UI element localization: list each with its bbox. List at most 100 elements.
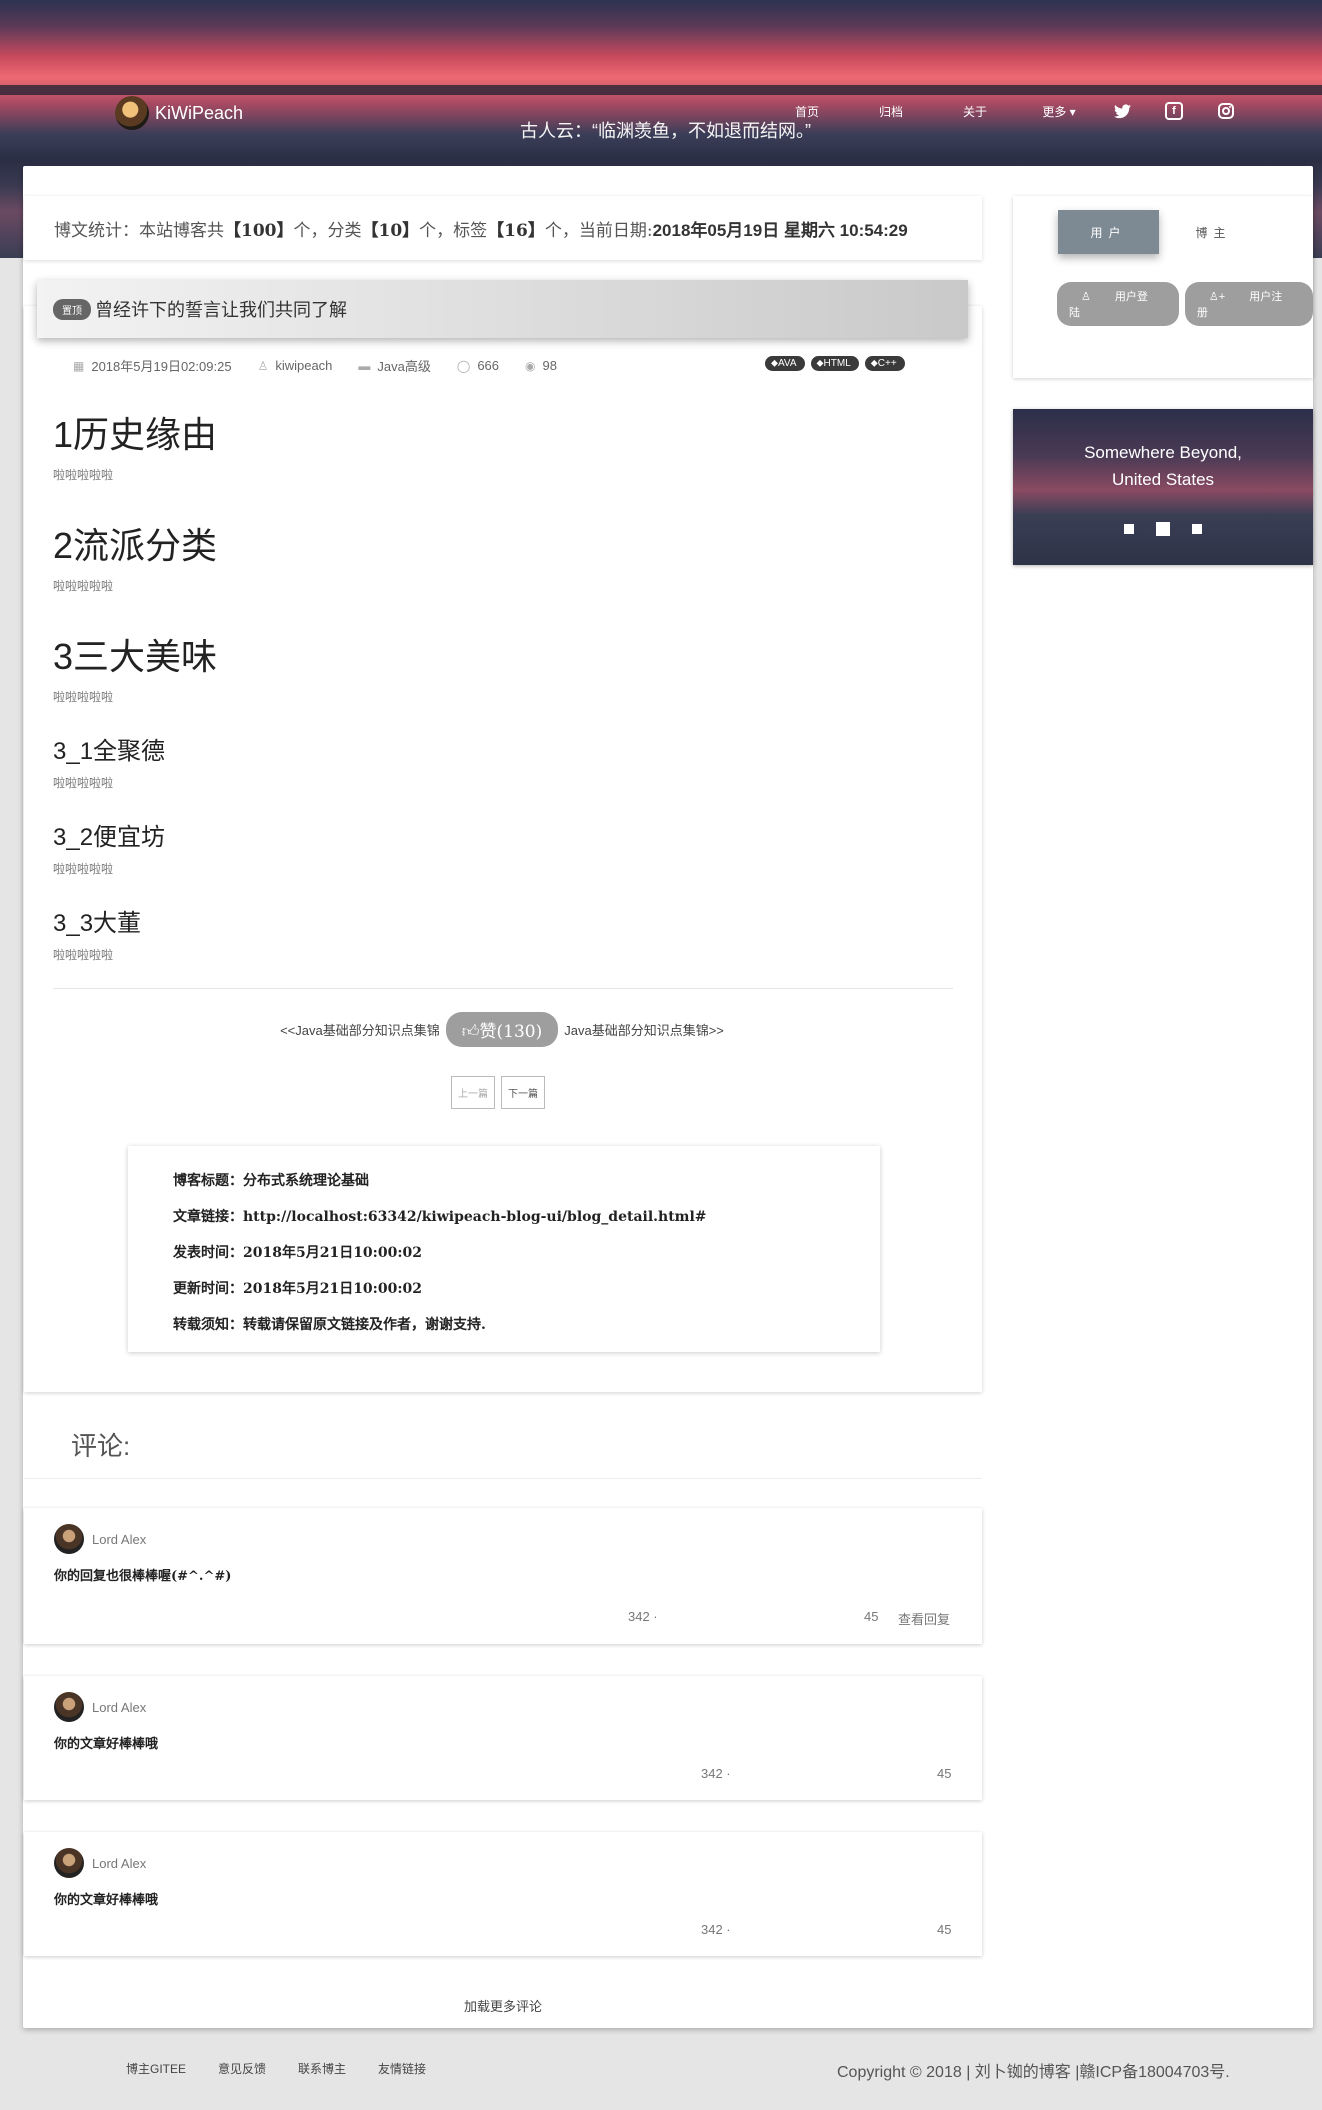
brand[interactable]: KiWiPeach [115, 96, 243, 130]
comment-text: 你的回复也很棒棒喔(#^.^#) [54, 1569, 232, 1584]
info-value: 2018年5月21日10:00:02 [243, 1281, 422, 1297]
section: 1历史缘由 啦啦啦啦啦 [53, 406, 953, 483]
section-heading: 2流派分类 [53, 525, 218, 566]
prev-article-link[interactable]: <<Java基础部分知识点集锦 [280, 1020, 440, 1039]
main-container: 博文统计：本站博客共 【100】 个，分类 【10】 个，标签 【16】 个，当… [23, 166, 1313, 2028]
stats-tag-count: 【16】 [487, 220, 545, 241]
comment-likes[interactable]: 342 · [701, 1766, 731, 1781]
section: 3_3大董 啦啦啦啦啦 [53, 903, 953, 963]
info-row: 转载须知：转载请保留原文链接及作者，谢谢支持. [173, 1314, 880, 1350]
comment-replies-count[interactable]: 45 [937, 1922, 951, 1937]
info-value: 2018年5月21日10:00:02 [243, 1245, 422, 1261]
info-link[interactable]: http://localhost:63342/kiwipeach-blog-ui… [243, 1209, 707, 1225]
info-row: 更新时间：2018年5月21日10:00:02 [173, 1278, 880, 1314]
footer-link-friends[interactable]: 友情链接 [378, 2060, 426, 2077]
stats-blog-count: 【100】 [224, 220, 294, 241]
footer: 博主GITEE 意见反馈 联系博主 友情链接 Copyright © 2018 … [0, 2054, 1322, 2084]
twitter-icon[interactable] [1113, 102, 1131, 120]
footer-link-contact[interactable]: 联系博主 [298, 2060, 346, 2077]
meta-views-text: 98 [542, 358, 557, 373]
comment-user: Lord Alex [92, 1531, 147, 1547]
stats-mid-3: 个，当前日期: [544, 220, 653, 241]
tag-label: AVA [778, 358, 797, 369]
avatar [54, 1524, 84, 1554]
comment-user: Lord Alex [92, 1855, 147, 1871]
section-heading: 3_3大董 [53, 910, 142, 937]
load-more-comments[interactable]: 加载更多评论 [23, 1996, 983, 2015]
article-content: 1历史缘由 啦啦啦啦啦 2流派分类 啦啦啦啦啦 3三大美味 啦啦啦啦啦 3_1全… [53, 406, 953, 963]
tag-cpp[interactable]: ⬥C++ [864, 356, 905, 371]
carousel-caption: Somewhere Beyond, United States [1013, 439, 1313, 493]
like-button[interactable]: 👍︎赞(130) [445, 1012, 559, 1047]
section-text: 啦啦啦啦啦 [53, 579, 114, 593]
section-text: 啦啦啦啦啦 [53, 948, 114, 962]
section-heading: 3_2便宜坊 [53, 824, 166, 851]
info-label: 转载须知： [173, 1317, 243, 1333]
section-heading: 3三大美味 [53, 636, 218, 677]
register-button[interactable]: ♙+ 用户注册 [1184, 282, 1313, 326]
tab-blogger[interactable]: 博主 [1163, 210, 1264, 254]
meta-views: ◉ 98 [525, 358, 557, 373]
comment-author[interactable]: Lord Alex [54, 1692, 146, 1722]
article-title: 曾经许下的誓言让我们共同了解 [95, 300, 347, 320]
instagram-icon[interactable] [1217, 102, 1235, 120]
top-nav: 首页 归档 关于 更多 ▾ f [765, 102, 1235, 120]
pager: 上一篇 下一篇 [451, 1076, 545, 1109]
meta-author[interactable]: ♙ kiwipeach [258, 358, 333, 373]
view-replies-link[interactable]: 查看回复 [898, 1609, 950, 1628]
prev-page-button[interactable]: 上一篇 [451, 1076, 495, 1109]
comment-text: 你的文章好棒棒哦 [54, 1737, 159, 1752]
carousel-dot-active[interactable] [1156, 522, 1170, 536]
comment-item: Lord Alex 你的回复也很棒棒喔(#^.^#) 342 · 45 查看回复 [24, 1508, 982, 1644]
nav-about[interactable]: 关于 [933, 103, 1017, 120]
comment-likes[interactable]: 342 · [701, 1922, 731, 1937]
carousel-dot[interactable] [1192, 524, 1202, 534]
comment-likes[interactable]: 342 · [628, 1609, 658, 1624]
carousel-dot[interactable] [1124, 524, 1134, 534]
facebook-icon[interactable]: f [1165, 102, 1183, 120]
footer-link-gitee[interactable]: 博主GITEE [126, 2060, 186, 2077]
login-button[interactable]: ♙ 用户登陆 [1057, 282, 1179, 326]
stats-category-count: 【10】 [361, 220, 420, 241]
tab-user[interactable]: 用户 [1058, 210, 1159, 254]
tag-icon: ⬥ [816, 358, 824, 369]
comment-item: Lord Alex 你的文章好棒棒哦 342 · 45 [24, 1832, 982, 1956]
tag-label: C++ [877, 358, 897, 369]
carousel-caption-line-2: United States [1111, 470, 1215, 489]
tag-java[interactable]: ⬥AVA [765, 356, 805, 371]
stats-current-date: 2018年05月19日 星期六 10:54:29 [652, 220, 908, 240]
user-icon: ♙ [257, 358, 269, 373]
comment-author[interactable]: Lord Alex [54, 1524, 146, 1554]
next-page-button[interactable]: 下一篇 [501, 1076, 545, 1109]
comment-replies-count[interactable]: 45 [864, 1609, 878, 1624]
meta-category[interactable]: ▬ Java高级 [358, 356, 430, 375]
like-label: 赞(130) [479, 1022, 543, 1042]
meta-comments: ◯ 666 [457, 358, 499, 373]
thumbs-up-icon: 👍︎ [461, 1022, 480, 1042]
article-tags: ⬥AVA ⬥HTML ⬥C++ [765, 356, 905, 371]
article-title-bar[interactable]: 置顶 曾经许下的誓言让我们共同了解 [37, 280, 968, 338]
nav-archive[interactable]: 归档 [849, 103, 933, 120]
section-text: 啦啦啦啦啦 [53, 690, 114, 704]
meta-author-text: kiwipeach [275, 358, 333, 373]
banner-horizon [0, 85, 1322, 95]
comment-replies-count[interactable]: 45 [937, 1766, 951, 1781]
next-article-link[interactable]: Java基础部分知识点集锦>> [564, 1020, 724, 1039]
section-text: 啦啦啦啦啦 [53, 468, 114, 482]
brand-name: KiWiPeach [155, 102, 244, 123]
nav-more-dropdown[interactable]: 更多 ▾ [1017, 103, 1101, 120]
meta-date: ▦ 2018年5月19日02:09:25 [73, 356, 232, 375]
nav-home[interactable]: 首页 [765, 103, 849, 120]
meta-comments-text: 666 [477, 358, 500, 373]
info-label: 更新时间： [173, 1281, 243, 1297]
folder-icon: ▬ [358, 358, 371, 373]
tag-html[interactable]: ⬥HTML [810, 356, 859, 371]
image-carousel[interactable]: Somewhere Beyond, United States [1013, 409, 1313, 565]
footer-link-feedback[interactable]: 意见反馈 [218, 2060, 266, 2077]
comment-author[interactable]: Lord Alex [54, 1848, 146, 1878]
comment-item: Lord Alex 你的文章好棒棒哦 342 · 45 [24, 1676, 982, 1800]
calendar-icon: ▦ [73, 358, 85, 373]
tag-icon: ⬥ [771, 358, 778, 369]
section: 3_1全聚德 啦啦啦啦啦 [53, 731, 953, 791]
user-panel: 用户 博主 ♙ 用户登陆 ♙+ 用户注册 [1013, 196, 1313, 378]
